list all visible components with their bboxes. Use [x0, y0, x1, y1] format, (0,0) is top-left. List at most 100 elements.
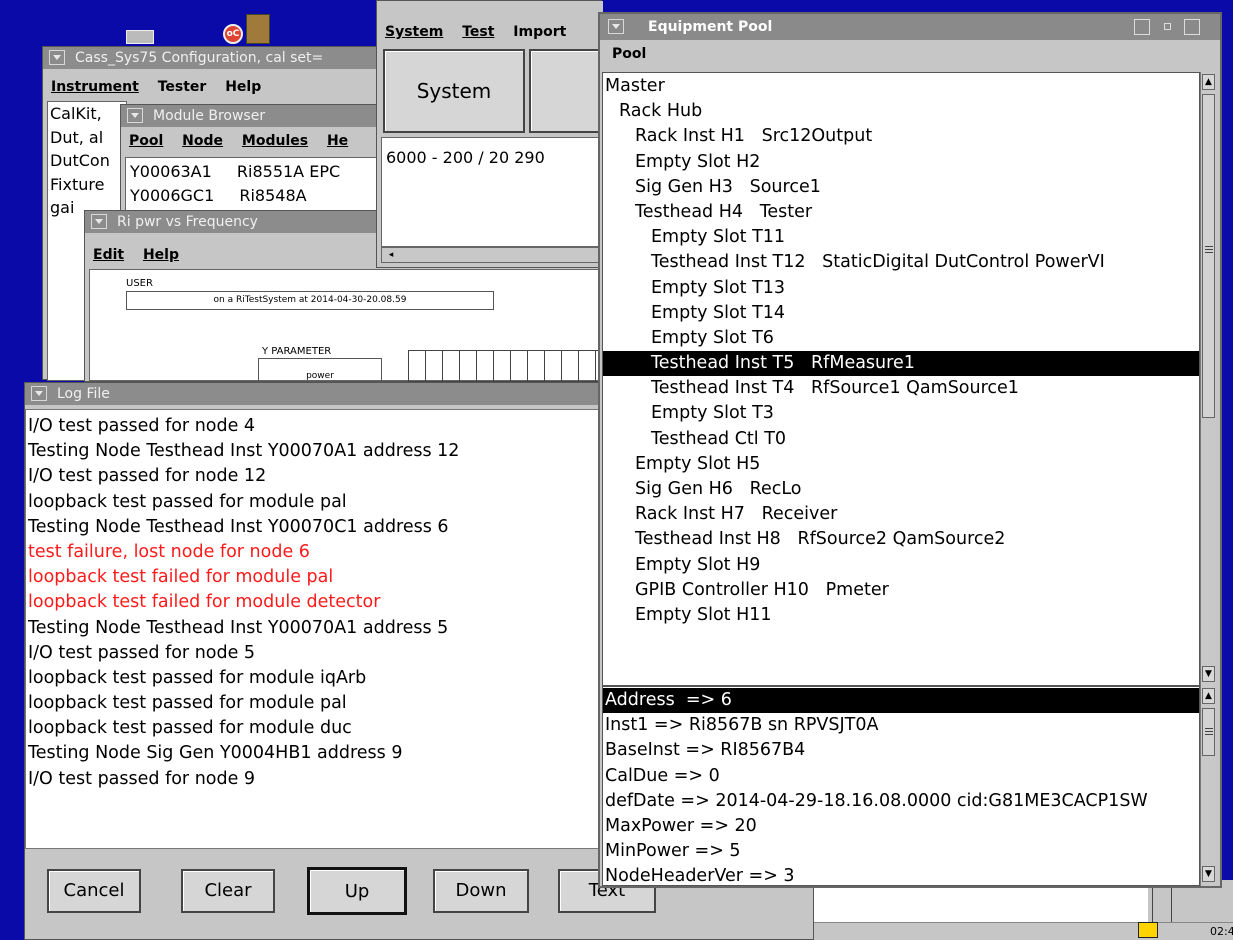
menu-test[interactable]: Test — [462, 24, 494, 40]
prop-rows: Address => 6 Inst1 => Ri8567B sn RPVSJT0A… — [603, 688, 1199, 885]
window-menu-icon[interactable] — [127, 108, 143, 123]
tree-node[interactable]: Testhead Inst T12 StaticDigital DutContr… — [603, 250, 1199, 275]
menu-edit[interactable]: Edit — [93, 247, 124, 263]
pool-titlebar[interactable]: Equipment Pool — [600, 14, 1220, 40]
module-serial: Y0006GC1 — [130, 186, 215, 205]
module-model: Ri8551A EPC — [236, 162, 341, 181]
window-menu-icon[interactable] — [49, 50, 65, 65]
list-item[interactable]: Y0006GC1 Ri8548A — [130, 186, 307, 205]
menu-tester[interactable]: Tester — [158, 79, 207, 95]
property-row[interactable]: MinPower => 5 — [603, 839, 1199, 864]
property-row[interactable]: MaxPower => 20 — [603, 814, 1199, 839]
config-line: DutCon — [50, 151, 110, 170]
tree-node[interactable]: Testhead Inst H8 RfSource2 QamSource2 — [603, 527, 1199, 552]
properties-scrollbar[interactable]: ▲ ▼ — [1200, 686, 1216, 886]
menu-help[interactable]: He — [327, 133, 348, 149]
system-button[interactable]: System — [383, 49, 525, 133]
menu-import[interactable]: Import — [513, 24, 566, 40]
tree-node[interactable]: Empty Slot T11 — [603, 225, 1199, 250]
scroll-down-icon[interactable]: ▼ — [1202, 866, 1215, 882]
desktop-folder-icon[interactable] — [246, 14, 270, 44]
window-menu-icon[interactable] — [31, 386, 47, 401]
restore-icon[interactable] — [1160, 19, 1176, 35]
taskbar-clock[interactable]: 02:4 — [1210, 924, 1233, 940]
tree-node[interactable]: Testhead Inst T4 RfSource1 QamSource1 — [603, 376, 1199, 401]
menu-help[interactable]: Help — [225, 79, 261, 95]
property-row[interactable]: BaseInst => RI8567B4 — [603, 738, 1199, 763]
tree-rows: Master Rack Hub Rack Inst H1 Src12Output Em… — [603, 74, 1199, 628]
clear-button[interactable]: Clear — [181, 869, 275, 913]
pool-title: Equipment Pool — [648, 19, 773, 35]
maximize-icon[interactable] — [1134, 19, 1150, 35]
system-window: System Test Import System 6000 - 200 / 2… — [376, 0, 609, 268]
list-item[interactable]: Y00063A1 Ri8551A EPC — [130, 162, 340, 181]
menu-modules[interactable]: Modules — [242, 133, 308, 149]
system-button-2[interactable] — [529, 49, 609, 133]
properties-list[interactable]: Address => 6 Inst1 => Ri8567B sn RPVSJT0A… — [602, 686, 1200, 886]
tree-scrollbar[interactable]: ▲ ▼ — [1200, 72, 1216, 686]
property-row[interactable]: defDate => 2014-04-29-18.16.08.0000 cid:… — [603, 789, 1199, 814]
desktop-shortcut[interactable] — [126, 26, 156, 44]
tree-node[interactable]: Empty Slot H2 — [603, 150, 1199, 175]
window-menu-icon[interactable] — [91, 214, 107, 229]
menu-instrument[interactable]: Instrument — [51, 79, 139, 95]
scroll-up-icon[interactable]: ▲ — [1202, 688, 1215, 704]
tree-node[interactable]: Sig Gen H6 RecLo — [603, 477, 1199, 502]
cancel-button[interactable]: Cancel — [47, 869, 141, 913]
config-title: Cass_Sys75 Configuration, cal set= — [75, 50, 324, 66]
tree-node[interactable]: Sig Gen H3 Source1 — [603, 175, 1199, 200]
module-browser-titlebar[interactable]: Module Browser — [121, 105, 381, 127]
tree-node[interactable]: Empty Slot H9 — [603, 553, 1199, 578]
scroll-thumb[interactable] — [1202, 708, 1215, 756]
app-icon-label: oC — [226, 29, 240, 39]
desktop-app-icon[interactable]: oC — [223, 24, 243, 44]
window-menu-icon[interactable] — [608, 19, 624, 34]
tree-node[interactable]: Testhead Ctl T0 — [603, 427, 1199, 452]
property-row[interactable]: Inst1 => Ri8567B sn RPVSJT0A — [603, 713, 1199, 738]
property-row[interactable]: CalDue => 0 — [603, 764, 1199, 789]
run-info-box: on a RiTestSystem at 2014-04-30-20.08.59 — [126, 291, 494, 310]
tree-node[interactable]: Rack Hub — [603, 99, 1199, 124]
module-serial: Y00063A1 — [130, 162, 212, 181]
config-line: Fixture — [50, 174, 105, 194]
tree-node[interactable]: Empty Slot T14 — [603, 301, 1199, 326]
tree-node[interactable]: Testhead H4 Tester — [603, 200, 1199, 225]
scroll-thumb[interactable] — [1202, 94, 1215, 418]
down-button[interactable]: Down — [433, 869, 529, 913]
property-row[interactable]: Address => 6 — [603, 688, 1199, 714]
module-list: Y00063A1 Ri8551A EPC Y0006GC1 Ri8548A — [125, 157, 381, 211]
menu-pool[interactable]: Pool — [612, 46, 646, 62]
config-line: CalKit, — [50, 104, 102, 123]
system-text-area[interactable]: 6000 - 200 / 20 290 — [381, 137, 603, 247]
tree-node[interactable]: GPIB Controller H10 Pmeter — [603, 578, 1199, 603]
module-browser-window: Module Browser Pool Node Modules He Y000… — [120, 104, 382, 214]
tree-node[interactable]: Master — [603, 74, 1199, 99]
tree-node[interactable]: Rack Inst H1 Src12Output — [603, 124, 1199, 149]
minimize-icon[interactable] — [1184, 19, 1200, 35]
module-browser-menubar: Pool Node Modules He — [121, 129, 381, 153]
tree-node[interactable]: Empty Slot H5 — [603, 452, 1199, 477]
property-row[interactable]: NodeHeaderVer => 3 — [603, 864, 1199, 885]
scroll-up-icon[interactable]: ▲ — [1202, 74, 1215, 90]
scroll-down-icon[interactable]: ▼ — [1202, 666, 1215, 682]
up-button[interactable]: Up — [307, 867, 407, 915]
tree-node[interactable]: Empty Slot T13 — [603, 276, 1199, 301]
menu-help[interactable]: Help — [143, 247, 179, 263]
menu-node[interactable]: Node — [182, 133, 223, 149]
tree-node[interactable]: Empty Slot H11 — [603, 603, 1199, 628]
horizontal-scrollbar[interactable]: ◂ — [381, 247, 603, 263]
tree-node[interactable]: Empty Slot T6 — [603, 326, 1199, 351]
tree-node[interactable]: Rack Inst H7 Receiver — [603, 502, 1199, 527]
tree-node[interactable]: Testhead Inst T5 RfMeasure1 — [603, 351, 1199, 377]
log-title: Log File — [57, 386, 110, 402]
scroll-left-icon[interactable]: ◂ — [384, 249, 398, 261]
tree-node[interactable]: Empty Slot T3 — [603, 401, 1199, 426]
config-titlebar[interactable]: Cass_Sys75 Configuration, cal set= — [43, 47, 385, 69]
menu-pool[interactable]: Pool — [129, 133, 163, 149]
system-menubar: System Test Import — [377, 19, 601, 45]
menu-system[interactable]: System — [385, 24, 443, 40]
tray-notes-icon[interactable] — [1138, 922, 1158, 938]
system-text: 6000 - 200 / 20 290 — [386, 148, 545, 167]
pool-tree[interactable]: Master Rack Hub Rack Inst H1 Src12Output Em… — [602, 72, 1200, 686]
config-line: Dut, al — [50, 127, 104, 147]
